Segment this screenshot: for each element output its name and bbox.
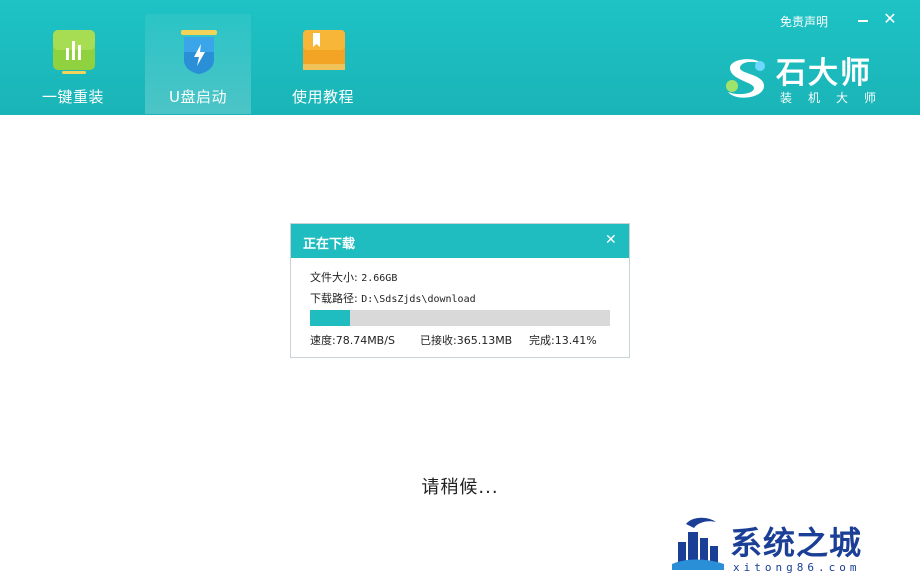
received-amount: 已接收:365.13MB [420, 334, 513, 347]
tab-usb-boot[interactable]: U盘启动 [145, 14, 251, 114]
download-path-row: 下载路径: D:\SdsZjds\download [310, 290, 476, 306]
completed-percent: 完成:13.41% [529, 334, 597, 347]
bar-chart-icon [53, 30, 95, 74]
book-icon [303, 30, 345, 70]
status-message: 请稍候... [421, 477, 499, 498]
title-bar: 一键重装 U盘启动 使用教程 免责声明 ✕ 石大师 装机大师 [0, 0, 920, 115]
file-size-value: 2.66GB [361, 273, 398, 284]
download-speed: 速度:78.74MB/S [310, 334, 395, 347]
brand-subtitle: 装机大师 [780, 91, 893, 105]
minimize-button[interactable] [858, 20, 868, 22]
usb-drive-icon [181, 30, 217, 74]
tab-one-click-reinstall[interactable]: 一键重装 [20, 14, 126, 114]
brand-name: 石大师 [776, 56, 872, 91]
download-progress-bar [310, 310, 610, 326]
tab-label: 一键重装 [41, 88, 104, 106]
tab-label: 使用教程 [291, 88, 354, 106]
tab-label: U盘启动 [169, 88, 227, 106]
download-path-value: D:\SdsZjds\download [361, 294, 476, 305]
file-size-label: 文件大小: [310, 271, 358, 284]
dialog-close-icon[interactable]: ✕ [605, 232, 617, 248]
watermark-url: xitong86.com [733, 561, 861, 574]
file-size-row: 文件大小: 2.66GB [310, 269, 397, 285]
brand-logo-icon [726, 59, 765, 98]
tab-tutorial[interactable]: 使用教程 [270, 14, 376, 114]
close-window-button[interactable]: ✕ [882, 11, 898, 27]
download-dialog: 正在下载 ✕ 文件大小: 2.66GB 下载路径: D:\SdsZjds\dow… [290, 223, 630, 358]
dialog-header: 正在下载 ✕ [291, 224, 629, 258]
watermark-city-icon [672, 517, 724, 570]
download-path-label: 下载路径: [310, 292, 358, 305]
watermark-title: 系统之城 [730, 524, 863, 562]
download-progress-fill [310, 310, 351, 326]
dialog-title: 正在下载 [303, 237, 356, 252]
disclaimer-link[interactable]: 免责声明 [780, 13, 828, 30]
